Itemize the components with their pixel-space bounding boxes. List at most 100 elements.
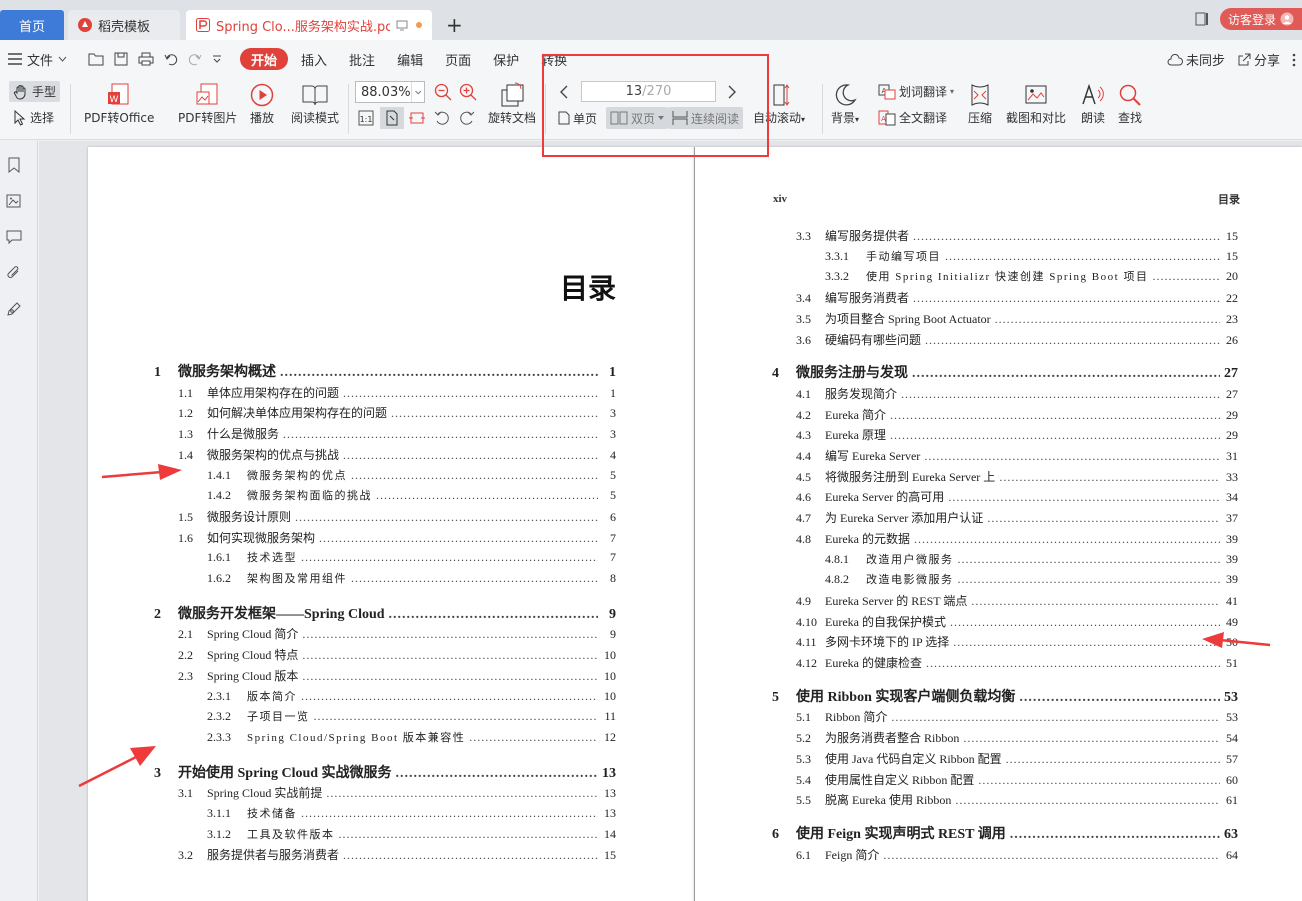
signature-icon[interactable] — [6, 301, 22, 317]
toc-entry[interactable]: 2.3 Spring Cloud 版本 10 — [178, 667, 616, 685]
comment-icon[interactable] — [6, 229, 22, 245]
toc-entry[interactable]: 2.1 Spring Cloud 简介 9 — [178, 625, 616, 643]
toc-entry[interactable]: 4.10 Eureka 的自我保护模式 49 — [796, 613, 1238, 631]
screenshot-compare-button[interactable]: 截图和对比 — [1006, 81, 1066, 126]
hand-tool-button[interactable]: 手型 — [9, 81, 61, 102]
toc-entry[interactable]: 1.3 什么是微服务 3 — [178, 425, 616, 443]
toc-entry[interactable]: 3.2 服务提供者与服务消费者 15 — [178, 846, 616, 864]
toc-entry[interactable]: 2.3.1 版本简介 10 — [207, 688, 616, 706]
rotate-right-icon[interactable] — [459, 110, 475, 126]
toc-entry[interactable]: 3.4 编写服务消费者 22 — [796, 289, 1238, 307]
toc-entry[interactable]: 4.1 服务发现简介 27 — [796, 385, 1238, 403]
toc-entry[interactable]: 1.5 微服务设计原则 6 — [178, 508, 616, 526]
toc-entry[interactable]: 2 微服务开发框架——Spring Cloud 9 — [154, 603, 616, 622]
toc-entry[interactable]: 5.4 使用属性自定义 Ribbon 配置 60 — [796, 771, 1238, 789]
toc-entry[interactable]: 1.4 微服务架构的优点与挑战 4 — [178, 446, 616, 464]
word-translate-button[interactable]: A 划词翻译 ▾ — [878, 83, 954, 100]
toc-entry[interactable]: 6 使用 Feign 实现声明式 REST 调用 63 — [772, 823, 1238, 842]
document-view[interactable]: 目录 1 微服务架构概述 1 1.1 单体应用架构存在的问题 1 1.2 如何解决单体应用架构… — [39, 141, 1302, 901]
toc-entry[interactable]: 4.8.1 改造用户微服务 39 — [825, 551, 1238, 569]
open-folder-icon[interactable] — [88, 52, 104, 66]
toc-entry[interactable]: 1.4.2 微服务架构面临的挑战 5 — [207, 487, 616, 505]
toc-entry[interactable]: 6.1 Feign 简介 64 — [796, 846, 1238, 864]
toc-entry[interactable]: 3.1 Spring Cloud 实战前提 13 — [178, 784, 616, 802]
toc-entry[interactable]: 3.3 编写服务提供者 15 — [796, 227, 1238, 245]
toc-entry[interactable]: 2.2 Spring Cloud 特点 10 — [178, 646, 616, 664]
layout-icon[interactable] — [1194, 11, 1210, 27]
monitor-icon[interactable] — [396, 19, 408, 31]
menu-tab-page[interactable]: 页面 — [434, 48, 482, 70]
toc-entry[interactable]: 1.6.1 技术选型 7 — [207, 549, 616, 567]
attachment-icon[interactable] — [6, 265, 22, 281]
toc-entry[interactable]: 4.11 多网卡环境下的 IP 选择 50 — [796, 633, 1238, 651]
zoom-out-icon[interactable] — [434, 83, 452, 101]
tab-templates[interactable]: 稻壳模板 — [68, 10, 180, 40]
toc-entry[interactable]: 3.3.2 使用 Spring Initializr 快速创建 Spring Bo… — [825, 268, 1238, 286]
thumbnail-icon[interactable] — [6, 193, 22, 209]
toc-entry[interactable]: 4.2 Eureka 简介 29 — [796, 406, 1238, 424]
select-tool-button[interactable]: 选择 — [13, 109, 54, 126]
toc-entry[interactable]: 5 使用 Ribbon 实现客户端侧负载均衡 53 — [772, 686, 1238, 705]
fit-page-button[interactable] — [380, 107, 404, 129]
toc-entry[interactable]: 4.9 Eureka Server 的 REST 端点 41 — [796, 592, 1238, 610]
toc-entry[interactable]: 1.6.2 架构图及常用组件 8 — [207, 570, 616, 588]
toc-entry[interactable]: 3.1.2 工具及软件版本 14 — [207, 826, 616, 844]
toc-entry[interactable]: 5.3 使用 Java 代码自定义 Ribbon 配置 57 — [796, 750, 1238, 768]
full-translate-button[interactable]: A 全文翻译 — [878, 109, 947, 126]
toc-entry[interactable]: 4 微服务注册与发现 27 — [772, 362, 1238, 381]
read-aloud-button[interactable]: 朗读 — [1080, 81, 1106, 126]
background-button[interactable]: 背景▾ — [831, 81, 859, 126]
toc-entry[interactable]: 1.2 如何解决单体应用架构存在的问题 3 — [178, 404, 616, 422]
toc-entry[interactable]: 4.3 Eureka 原理 29 — [796, 426, 1238, 444]
rotate-document-button[interactable]: 旋转文档 — [488, 81, 536, 126]
more-dropdown-icon[interactable] — [212, 55, 222, 63]
menu-tab-protect[interactable]: 保护 — [482, 48, 530, 70]
share-button[interactable]: 分享 — [1237, 50, 1280, 69]
guest-login-button[interactable]: 访客登录 — [1219, 8, 1302, 30]
pdf-to-office-button[interactable]: W PDF转Office — [84, 81, 154, 126]
toc-entry[interactable]: 3.5 为项目整合 Spring Boot Actuator 23 — [796, 310, 1238, 328]
pdf-to-image-button[interactable]: PDF转图片 — [178, 81, 237, 126]
toc-entry[interactable]: 1.1 单体应用架构存在的问题 1 — [178, 384, 616, 402]
play-button[interactable]: 播放 — [250, 81, 274, 126]
toc-entry[interactable]: 1.4.1 微服务架构的优点 5 — [207, 467, 616, 485]
menu-tab-annotate[interactable]: 批注 — [338, 48, 386, 70]
toc-entry[interactable]: 3 开始使用 Spring Cloud 实战微服务 13 — [154, 762, 616, 781]
toc-entry[interactable]: 2.3.3 Spring Cloud/Spring Boot 版本兼容性 12 — [207, 729, 616, 747]
find-button[interactable]: 查找 — [1118, 81, 1142, 126]
toc-entry[interactable]: 4.8.2 改造电影微服务 39 — [825, 571, 1238, 589]
rotate-left-icon[interactable] — [434, 110, 450, 126]
unsync-button[interactable]: 未同步 — [1167, 50, 1225, 69]
toc-entry[interactable]: 5.1 Ribbon 简介 53 — [796, 708, 1238, 726]
fit-width-icon[interactable] — [409, 110, 425, 126]
actual-size-icon[interactable]: 1:1 — [358, 110, 374, 126]
toc-entry[interactable]: 1.6 如何实现微服务架构 7 — [178, 529, 616, 547]
toc-entry[interactable]: 5.2 为服务消费者整合 Ribbon 54 — [796, 729, 1238, 747]
toc-entry[interactable]: 2.3.2 子项目一览 11 — [207, 708, 616, 726]
toc-entry[interactable]: 4.5 将微服务注册到 Eureka Server 上 33 — [796, 468, 1238, 486]
tab-home[interactable]: 首页 — [0, 10, 64, 40]
menu-tab-insert[interactable]: 插入 — [290, 48, 338, 70]
more-vertical-icon[interactable] — [1292, 53, 1296, 67]
zoom-in-icon[interactable] — [459, 83, 477, 101]
redo-icon[interactable] — [188, 52, 202, 66]
print-icon[interactable] — [138, 52, 154, 66]
toc-entry[interactable]: 4.7 为 Eureka Server 添加用户认证 37 — [796, 509, 1238, 527]
save-icon[interactable] — [114, 52, 128, 66]
bookmark-icon[interactable] — [6, 157, 22, 173]
file-menu[interactable]: 文件 — [0, 48, 78, 70]
toc-entry[interactable]: 3.6 硬编码有哪些问题 26 — [796, 331, 1238, 349]
undo-icon[interactable] — [164, 52, 178, 66]
toc-entry[interactable]: 4.6 Eureka Server 的高可用 34 — [796, 488, 1238, 506]
menu-tab-edit[interactable]: 编辑 — [386, 48, 434, 70]
toc-entry[interactable]: 4.8 Eureka 的元数据 39 — [796, 530, 1238, 548]
toc-entry[interactable]: 5.5 脱离 Eureka 使用 Ribbon 61 — [796, 791, 1238, 809]
toc-entry[interactable]: 3.3.1 手动编写项目 15 — [825, 248, 1238, 266]
read-mode-button[interactable]: 阅读模式 — [291, 81, 339, 126]
tab-document[interactable]: Spring Clo...服务架构实战.pdf — [186, 10, 432, 40]
toc-entry[interactable]: 4.12 Eureka 的健康检查 51 — [796, 654, 1238, 672]
toc-entry[interactable]: 1 微服务架构概述 1 — [154, 361, 616, 380]
new-tab-plus-icon[interactable]: + — [446, 15, 463, 35]
menu-tab-start[interactable]: 开始 — [240, 48, 289, 70]
toc-entry[interactable]: 4.4 编写 Eureka Server 31 — [796, 447, 1238, 465]
